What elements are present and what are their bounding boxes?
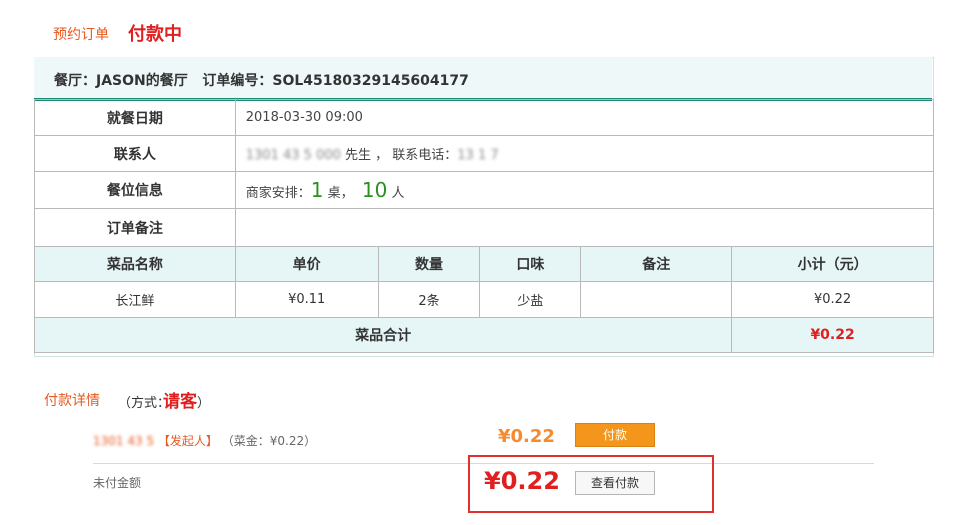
order-table: 就餐日期 2018-03-30 09:00 联系人 1301 43 5 000 … [33,99,935,353]
dish-row: 长江鲜 ¥0.11 2条 少盐 ¥0.22 [34,281,934,318]
order-header-text: 餐厅：JASON的餐厅 订单编号：SOL45180329145604177 [54,70,469,90]
payer-detail: （菜金：¥0.22） [221,434,317,448]
payment-title: 付款详情 [44,393,100,409]
date-label: 就餐日期 [34,99,236,136]
seat-label: 餐位信息 [34,171,236,209]
payment-method-name: 请客 [163,392,197,412]
column-header-price: 单价 [234,246,379,282]
payment-method-value: 请客） [163,387,210,412]
column-header-subtotal: 小计（元） [731,246,934,282]
contact-phone: 13 1 7 [457,148,499,163]
date-value: 2018-03-30 09:00 [234,99,935,136]
seat-people: 10 [361,178,388,202]
contact-value: 1301 43 5 000 先生 ， 联系电话：13 1 7 [234,135,935,172]
contact-suffix: 先生 ， 联系电话： [345,148,458,163]
seat-tables: 1 [310,178,324,202]
column-header-taste: 口味 [479,246,582,282]
total-label: 菜品合计 [33,317,733,353]
payment-method-close: ） [197,396,211,411]
note-value [234,208,935,247]
page-title: 预约订单 [53,27,109,43]
dish-qty: 2条 [377,281,481,318]
payer-amount: ¥0.22 [498,426,555,447]
contact-label: 联系人 [34,135,236,172]
dish-name: 长江鲜 [34,281,236,318]
payer-name: 1301 43 5 [93,434,155,448]
seat-people-unit: 人 [391,186,405,201]
order-status: 付款中 [128,24,182,45]
total-row: 菜品合计 ¥0.22 [33,317,934,353]
column-header-qty: 数量 [377,246,481,282]
seat-tables-unit: 桌， [327,186,354,201]
highlight-box [468,455,714,513]
payer-role: 【发起人】 [157,434,218,448]
seat-prefix: 商家安排： [245,186,311,201]
dish-note [580,281,733,318]
dish-taste: 少盐 [479,281,582,318]
note-label: 订单备注 [34,208,236,247]
dish-header-row: 菜品名称 单价 数量 口味 备注 小计（元） [34,246,934,282]
column-header-name: 菜品名称 [34,246,236,282]
unpaid-label: 未付金额 [93,476,142,490]
dish-price: ¥0.11 [234,281,379,318]
order-no: SOL45180329145604177 [272,73,469,89]
payer-line: 1301 43 5 【发起人】 （菜金：¥0.22） [93,432,316,449]
seat-value: 商家安排：1 桌， 10 人 [234,171,935,209]
date-row: 就餐日期 2018-03-30 09:00 [34,99,935,136]
total-value: ¥0.22 [731,317,934,353]
pay-button[interactable]: 付款 [575,423,655,447]
restaurant-name: JASON的餐厅 [96,73,188,89]
dish-subtotal: ¥0.22 [731,281,934,318]
order-no-label: 订单编号： [202,73,273,89]
restaurant-label: 餐厅： [54,73,96,89]
contact-name: 1301 43 5 000 [245,148,341,163]
contact-row: 联系人 1301 43 5 000 先生 ， 联系电话：13 1 7 [34,135,935,172]
column-header-note: 备注 [580,246,733,282]
note-row: 订单备注 [34,208,935,247]
seat-row: 餐位信息 商家安排：1 桌， 10 人 [34,171,935,209]
